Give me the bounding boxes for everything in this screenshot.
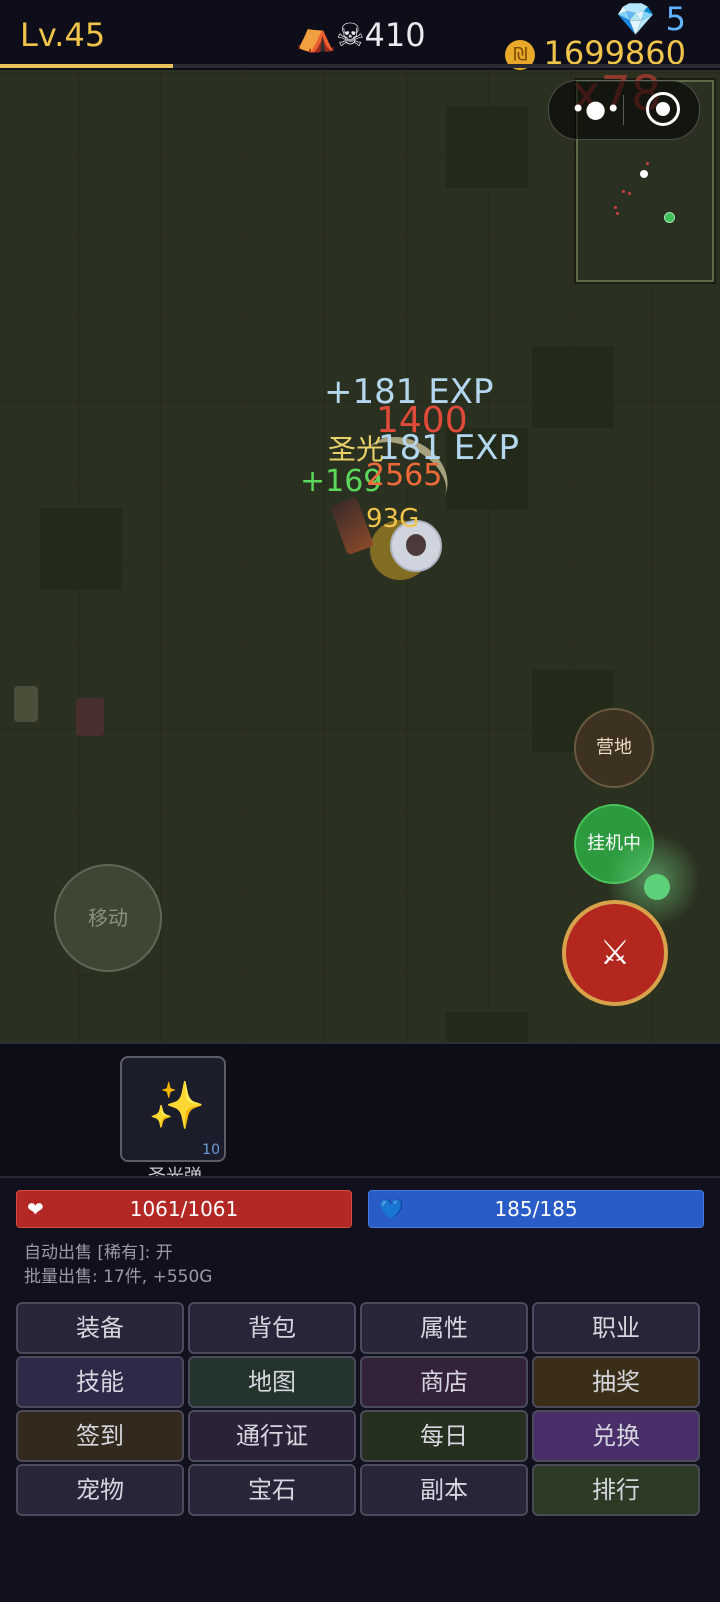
menu-button[interactable]: 职业 (532, 1302, 700, 1354)
menu-button[interactable]: 技能 (16, 1356, 184, 1408)
gold-drop-text: 93G (366, 504, 420, 534)
gem-counter: 💎 5 (616, 0, 686, 38)
menu-button[interactable]: 排行 (532, 1464, 700, 1516)
health-bar: ❤ 1061/1061 (16, 1190, 352, 1228)
gem-count: 5 (665, 0, 686, 38)
menu-button[interactable]: 商店 (360, 1356, 528, 1408)
map-tile (532, 346, 614, 428)
mana-value: 185/185 (494, 1197, 578, 1221)
minimap-enemy-marker (628, 192, 631, 195)
enemy-skeleton[interactable] (14, 686, 38, 722)
menu-button[interactable]: 通行证 (188, 1410, 356, 1462)
capsule-divider (623, 95, 624, 125)
kill-counter: ⛺☠410 (296, 16, 426, 54)
menu-button[interactable]: 背包 (188, 1302, 356, 1354)
minimap-enemy-marker (616, 212, 619, 215)
experience-bar-fill (0, 64, 173, 68)
menu-button[interactable]: 宠物 (16, 1464, 184, 1516)
more-options-icon[interactable]: •●• (571, 95, 620, 123)
attack-button[interactable]: ⚔ (562, 900, 668, 1006)
health-value: 1061/1061 (129, 1197, 239, 1221)
kill-count: 410 (364, 16, 426, 54)
menu-button[interactable]: 宝石 (188, 1464, 356, 1516)
camp-and-skull-icon: ⛺☠ (296, 16, 365, 54)
menu-button[interactable]: 每日 (360, 1410, 528, 1462)
close-mini-program-icon[interactable] (646, 92, 680, 126)
crossed-swords-icon: ⚔ (599, 933, 631, 973)
menu-button[interactable]: 地图 (188, 1356, 356, 1408)
bottom-panel: ❤ 1061/1061 💙 185/185 自动出售 [稀有]: 开 批量出售:… (0, 1176, 720, 1602)
minimap-enemy-marker (622, 190, 625, 193)
menu-button[interactable]: 属性 (360, 1302, 528, 1354)
player-face (406, 534, 426, 556)
heart-icon: ❤ (27, 1197, 44, 1221)
minimap-portal-marker (664, 212, 675, 223)
batch-sell-status: 批量出售: 17件, +550G (24, 1267, 213, 1287)
mana-bar: 💙 185/185 (368, 1190, 704, 1228)
blue-heart-icon: 💙 (379, 1197, 404, 1221)
auto-sell-status: 自动出售 [稀有]: 开 (24, 1243, 173, 1263)
menu-button[interactable]: 抽奖 (532, 1356, 700, 1408)
map-tile (446, 1012, 528, 1042)
map-tile (446, 106, 528, 188)
menu-button[interactable]: 兑换 (532, 1410, 700, 1462)
skill-count: 10 (202, 1142, 220, 1158)
skill-bar: ✨ 10 圣光弹 (0, 1042, 720, 1187)
mini-program-capsule[interactable]: •●• (548, 80, 700, 140)
map-tile (40, 508, 122, 590)
player-level: Lv.45 (20, 16, 106, 54)
portal-orb[interactable] (644, 874, 670, 900)
diamond-icon: 💎 (615, 0, 656, 38)
damage-number: 2565 (366, 458, 443, 493)
enemy-ghoul[interactable] (76, 698, 104, 736)
move-joystick[interactable]: 移动 (54, 864, 162, 972)
sparkles-icon: ✨ (148, 1078, 206, 1132)
top-bar: Lv.45 ⛺☠410 💎 5 ₪ 1699860 (0, 0, 720, 72)
skill-slot-holy-bullet[interactable]: ✨ 10 (120, 1056, 226, 1162)
minimap-player-marker (640, 170, 648, 178)
menu-button[interactable]: 副本 (360, 1464, 528, 1516)
camp-button[interactable]: 营地 (574, 708, 654, 788)
menu-button[interactable]: 装备 (16, 1302, 184, 1354)
menu-button[interactable]: 签到 (16, 1410, 184, 1462)
minimap-enemy-marker (614, 206, 617, 209)
minimap-enemy-marker (646, 162, 649, 165)
